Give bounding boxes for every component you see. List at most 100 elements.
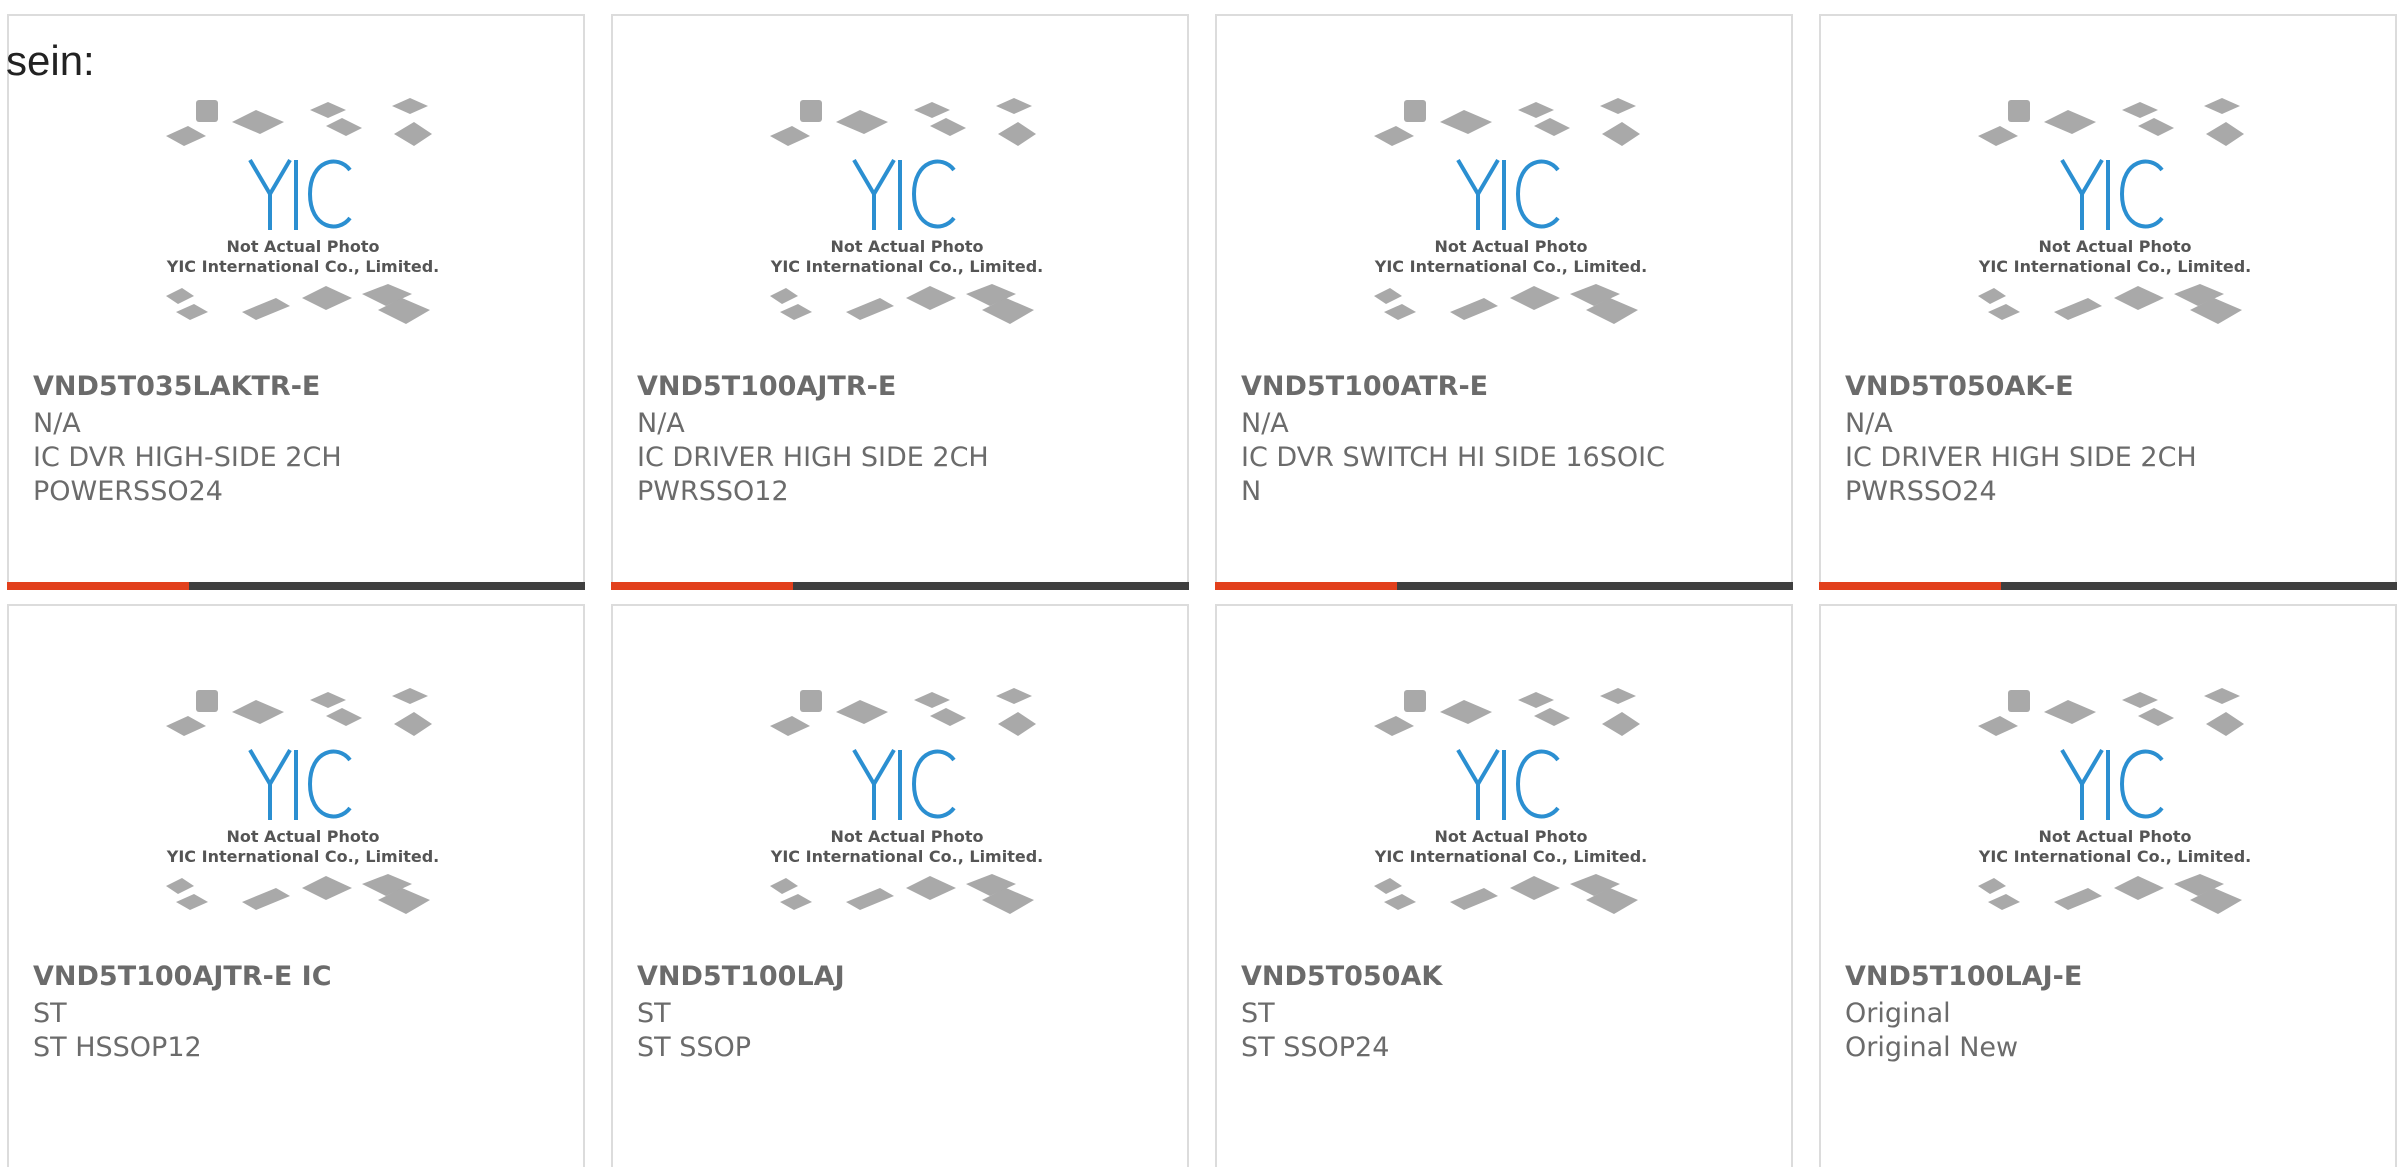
logo-caption-line1: Not Actual Photo (1434, 237, 1587, 256)
product-card[interactable]: Not Actual Photo YIC International Co., … (7, 14, 585, 590)
chip-icon (166, 716, 206, 736)
chip-icon (302, 876, 352, 900)
chip-icon (1602, 712, 1640, 736)
product-description: Original New (1845, 1032, 2019, 1063)
product-description: ST SSOP (637, 1032, 752, 1063)
chip-icon (846, 298, 894, 320)
chip-icon (914, 692, 950, 708)
chip-icon (914, 102, 950, 118)
chip-icon (394, 122, 432, 146)
product-part-number[interactable]: VND5T100LAJ (637, 961, 845, 992)
logo-caption-line2: YIC International Co., Limited. (1374, 257, 1647, 276)
chip-icon (2204, 688, 2240, 704)
placeholder-product-image: Not Actual Photo YIC International Co., … (1978, 98, 2251, 324)
product-card[interactable]: Not Actual Photo YIC International Co., … (1215, 604, 1793, 1167)
chip-icon (998, 122, 1036, 146)
chip-icon (2122, 102, 2158, 118)
product-part-number[interactable]: VND5T100ATR-E (1241, 371, 1488, 402)
chip-icon (394, 712, 432, 736)
chip-icon (2008, 690, 2030, 712)
chip-icon (2114, 286, 2164, 310)
chip-icon (930, 118, 966, 136)
product-part-number[interactable]: VND5T035LAKTR-E (33, 371, 320, 402)
product-part-number[interactable]: VND5T100LAJ-E (1845, 961, 2082, 992)
chip-icon (1510, 876, 1560, 900)
placeholder-product-image: Not Actual Photo YIC International Co., … (1374, 688, 1647, 914)
chip-icon (242, 298, 290, 320)
card-accent-bar (1215, 582, 1793, 590)
chip-icon (1988, 304, 2020, 320)
placeholder-product-image: Not Actual Photo YIC International Co., … (770, 688, 1043, 914)
chip-icon (1978, 878, 2006, 894)
chip-icon (1510, 286, 1560, 310)
chip-icon (996, 98, 1032, 114)
logo-caption-line1: Not Actual Photo (2038, 827, 2191, 846)
product-card[interactable]: Not Actual Photo YIC International Co., … (611, 604, 1189, 1167)
logo-caption-line2: YIC International Co., Limited. (1374, 847, 1647, 866)
chip-icon (770, 716, 810, 736)
chip-icon (1518, 692, 1554, 708)
chip-icon (800, 690, 822, 712)
product-description: POWERSSO24 (33, 476, 223, 507)
chip-icon (836, 700, 888, 724)
product-description: ST HSSOP12 (33, 1032, 202, 1063)
chip-icon (1384, 894, 1416, 910)
chip-icon (1440, 110, 1492, 134)
card-accent-bar (7, 582, 585, 590)
product-description: IC DRIVER HIGH SIDE 2CH (637, 442, 989, 473)
product-manufacturer: N/A (33, 408, 81, 439)
chip-icon (2138, 708, 2174, 726)
chip-icon (2044, 110, 2096, 134)
chip-icon (310, 692, 346, 708)
product-manufacturer: N/A (637, 408, 685, 439)
chip-icon (770, 126, 810, 146)
chip-icon (1534, 708, 1570, 726)
chip-icon (800, 100, 822, 122)
logo-caption-line2: YIC International Co., Limited. (166, 257, 439, 276)
chip-icon (2122, 692, 2158, 708)
chip-icon (1534, 118, 1570, 136)
chip-icon (1602, 122, 1640, 146)
product-card[interactable]: Not Actual Photo YIC International Co., … (7, 604, 585, 1167)
logo-caption-line2: YIC International Co., Limited. (770, 847, 1043, 866)
chip-icon (2114, 876, 2164, 900)
product-manufacturer: Original (1845, 998, 1951, 1029)
placeholder-product-image: Not Actual Photo YIC International Co., … (166, 688, 439, 914)
chip-icon (2044, 700, 2096, 724)
logo-caption-line2: YIC International Co., Limited. (770, 257, 1043, 276)
chip-icon (196, 690, 218, 712)
chip-icon (1374, 878, 1402, 894)
chip-icon (196, 100, 218, 122)
logo-caption-line1: Not Actual Photo (226, 237, 379, 256)
chip-icon (836, 110, 888, 134)
logo-caption-line1: Not Actual Photo (2038, 237, 2191, 256)
chip-icon (2054, 888, 2102, 910)
yic-logo (1456, 748, 1560, 820)
product-part-number[interactable]: VND5T100AJTR-E IC (33, 961, 332, 992)
product-description: IC DVR SWITCH HI SIDE 16SOIC (1241, 442, 1665, 473)
section-heading: sein: (6, 37, 95, 84)
chip-icon (906, 876, 956, 900)
chip-icon (166, 878, 194, 894)
chip-icon (176, 304, 208, 320)
product-part-number[interactable]: VND5T100AJTR-E (637, 371, 896, 402)
chip-icon (906, 286, 956, 310)
product-part-number[interactable]: VND5T050AK (1241, 961, 1442, 992)
chip-icon (996, 688, 1032, 704)
product-manufacturer: ST (637, 998, 671, 1029)
product-part-number[interactable]: VND5T050AK-E (1845, 371, 2074, 402)
chip-icon (1404, 690, 1426, 712)
product-card[interactable]: Not Actual Photo YIC International Co., … (611, 14, 1189, 590)
product-description: PWRSSO24 (1845, 476, 1997, 507)
chip-icon (1374, 716, 1414, 736)
product-description: IC DRIVER HIGH SIDE 2CH (1845, 442, 2197, 473)
chip-icon (326, 118, 362, 136)
product-card[interactable]: Not Actual Photo YIC International Co., … (1819, 14, 2397, 590)
chip-icon (166, 288, 194, 304)
product-card[interactable]: Not Actual Photo YIC International Co., … (1819, 604, 2397, 1167)
chip-icon (2008, 100, 2030, 122)
product-card[interactable]: Not Actual Photo YIC International Co., … (1215, 14, 1793, 590)
chip-icon (1440, 700, 1492, 724)
chip-icon (166, 126, 206, 146)
yic-logo (852, 158, 956, 230)
